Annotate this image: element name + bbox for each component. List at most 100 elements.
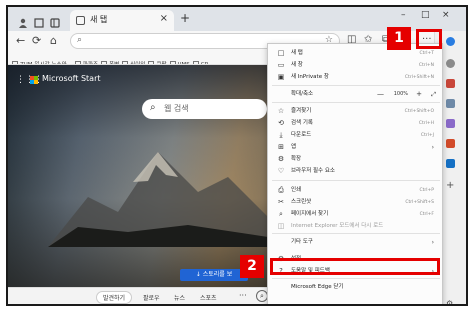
search-placeholder: 웹 검색 (164, 104, 189, 113)
menu-item[interactable]: ⟲ 검색 기록 Ctrl+H (268, 118, 442, 129)
search-icon: ⌕ (77, 35, 83, 45)
menu-item-icon: ⎙ (278, 186, 284, 194)
menu-item-label: 새 창 (291, 62, 303, 68)
favorite-item[interactable]: 쿠팡 (148, 58, 167, 64)
menu-item-shortcut: Ctrl+N (418, 63, 434, 68)
menu-item-label: 앱 (291, 144, 297, 150)
menu-item[interactable]: ▣ 새 InPrivate 창 Ctrl+Shift+N (268, 72, 442, 83)
step2-highlight (270, 258, 440, 275)
outlook-icon[interactable] (446, 159, 455, 168)
favorite-item[interactable]: CR (192, 58, 208, 64)
menu-item-icon: ▣ (277, 73, 285, 81)
add-sidebar-app-icon[interactable]: + (446, 181, 455, 191)
menu-item-icon: ☆ (277, 107, 285, 115)
menu-separator (272, 85, 440, 86)
menu-item[interactable]: ✂ 스크린샷 Ctrl+Shift+S (268, 197, 442, 208)
close-window-button[interactable]: × (442, 10, 450, 20)
copilot-icon[interactable] (446, 37, 455, 46)
workspaces-icon[interactable] (34, 13, 44, 28)
menu-item-shortcut: Ctrl+F (419, 212, 434, 217)
menu-item[interactable]: ⎙ 인쇄 Ctrl+P (268, 185, 442, 196)
tab-discover[interactable]: 발견하기 (96, 291, 133, 304)
tab-sports[interactable]: 스포츠 (200, 293, 217, 302)
sidebar-settings-icon[interactable]: ⚙ (446, 299, 455, 304)
menu-item-icon: □ (277, 49, 285, 57)
search-icon: ⌕ (150, 102, 156, 113)
menu-item-icon: ⚙ (277, 155, 285, 163)
close-tab-icon[interactable]: × (160, 13, 168, 24)
menu-item: ◫ Internet Explorer 모드에서 다시 로드 (268, 221, 442, 232)
zoom-out-button[interactable]: — (377, 89, 384, 100)
microsoft-logo-icon (30, 76, 38, 84)
step2-callout: 2 (240, 255, 264, 278)
menu-item[interactable]: ☆ 즐겨찾기 Ctrl+Shift+O (268, 106, 442, 117)
menu-item-icon: ▭ (277, 61, 285, 69)
menu-item-label: 인쇄 (291, 187, 302, 193)
menu-item-label: Microsoft Edge 닫기 (291, 284, 344, 290)
menu-item[interactable]: ⚙ 확장 (268, 154, 442, 165)
favorite-item[interactable]: 파파조 (74, 58, 98, 64)
brand-name: Microsoft Start (42, 74, 101, 83)
web-search-input[interactable]: ⌕ 웹 검색 (142, 99, 267, 119)
menu-item-label: 스크린샷 (291, 199, 312, 205)
menu-item[interactable]: ⌕ 페이지에서 찾기 Ctrl+F (268, 209, 442, 220)
minimize-button[interactable]: – (401, 10, 406, 20)
step1-callout: 1 (387, 27, 411, 50)
games-icon[interactable] (446, 119, 455, 128)
zoom-level: 100% (393, 91, 408, 97)
menu-item-shortcut: Ctrl+J (420, 133, 434, 138)
tab-follow[interactable]: 팔로우 (143, 293, 160, 302)
menu-item-label: 페이지에서 찾기 (291, 211, 329, 217)
home-icon[interactable]: ⌂ (50, 34, 57, 47)
menu-item[interactable]: ▭ 새 창 Ctrl+N (268, 60, 442, 71)
menu-item-label: 새 InPrivate 창 (291, 74, 329, 80)
tab-new-tab[interactable]: 새 탭 × (70, 10, 174, 31)
menu-item[interactable]: Microsoft Edge 닫기 (268, 282, 442, 293)
office-icon[interactable] (446, 139, 455, 148)
fullscreen-icon[interactable]: ⤢ (431, 89, 436, 100)
menu-item-label: 확대/축소 (291, 91, 314, 97)
favorite-item[interactable]: 폭변 (101, 58, 119, 64)
tab-actions-icon[interactable] (50, 13, 60, 28)
menu-item-label: 새 탭 (291, 50, 303, 56)
shopping-icon[interactable] (446, 79, 455, 88)
menu-item-label: 즐겨찾기 (291, 108, 312, 114)
submenu-arrow-icon: › (431, 239, 434, 246)
tab-favicon-icon (76, 16, 85, 25)
tab-news[interactable]: 뉴스 (174, 293, 185, 302)
menu-separator (272, 180, 440, 181)
menu-item-label: 브라우저 필수 요소 (291, 168, 335, 174)
more-tabs-icon[interactable]: ··· (239, 291, 247, 300)
menu-item[interactable]: 기타 도구 › (268, 237, 442, 248)
menu-item-icon: ⤓ (279, 131, 283, 139)
profile-icon[interactable] (18, 13, 28, 28)
menu-item-icon: ✂ (278, 198, 284, 206)
menu-item[interactable]: ⤓ 다운로드 Ctrl+J (268, 130, 442, 141)
favorite-item[interactable]: ZUM-일시간 뉴스와... (12, 58, 72, 64)
favorite-item[interactable]: 신이익 (122, 58, 145, 64)
new-tab-button[interactable]: + (180, 11, 190, 25)
tools-icon[interactable] (446, 99, 455, 108)
menu-item-shortcut: Ctrl+Shift+O (404, 109, 434, 114)
background-mountain-image (48, 152, 268, 247)
maximize-button[interactable]: □ (421, 10, 430, 20)
zoom-in-button[interactable]: + (416, 89, 422, 100)
refresh-icon[interactable]: ⟳ (32, 34, 41, 47)
menu-item[interactable]: □ 새 탭 Ctrl+T (268, 48, 442, 59)
menu-item[interactable]: ♡ 브라우저 필수 요소 (268, 166, 442, 177)
menu-item-shortcut: Ctrl+Shift+N (404, 75, 434, 80)
menu-item-shortcut: Ctrl+H (418, 121, 434, 126)
menu-item-label: 검색 기록 (291, 120, 313, 126)
see-stories-button[interactable]: ↓ 스토리를 보 (180, 269, 248, 281)
browser-window: 새 탭 × + – □ × ← ⟳ ⌂ ⌕ ☆ ◫ ✩ ⧉ ··· ZUM-일시… (6, 5, 468, 306)
menu-item[interactable]: ⊞ 앱 › (268, 142, 442, 153)
favorite-item[interactable]: UMS (169, 58, 190, 64)
menu-item-label: 기타 도구 (291, 239, 313, 245)
menu-item-icon: ⌕ (279, 210, 283, 218)
back-icon[interactable]: ← (16, 34, 25, 47)
menu-separator (272, 102, 440, 103)
menu-item-shortcut: Ctrl+Shift+S (405, 200, 434, 205)
menu-item[interactable]: 확대/축소 — 100% + ⤢ (268, 89, 442, 100)
menu-item-shortcut: Ctrl+P (419, 188, 435, 193)
search-sidebar-icon[interactable] (446, 59, 455, 68)
